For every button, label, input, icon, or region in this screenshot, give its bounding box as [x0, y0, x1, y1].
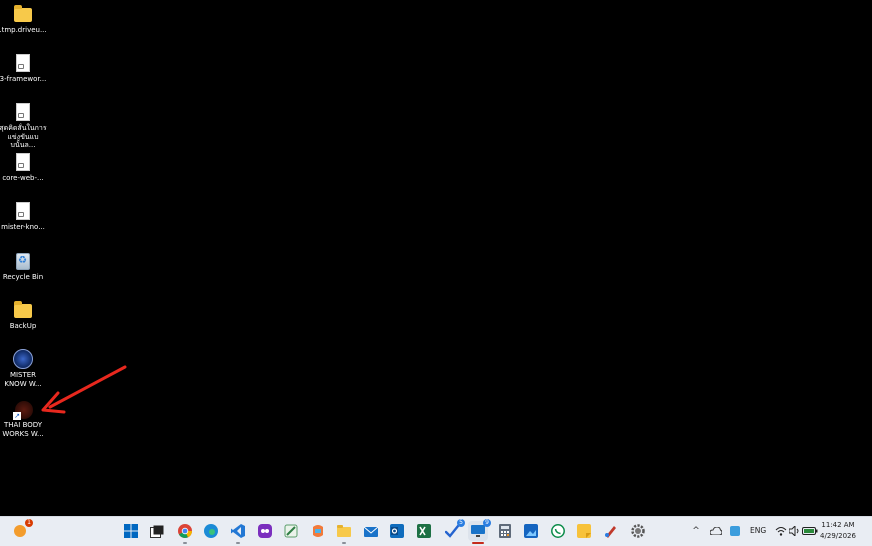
taskbar-clock[interactable]: 11:42 AM 4/29/2026	[816, 520, 860, 542]
clipchamp-icon	[258, 524, 272, 538]
taskbar-excel[interactable]	[414, 521, 434, 541]
task-view-button[interactable]	[147, 521, 167, 541]
taskbar-chrome[interactable]	[175, 521, 195, 544]
taskbar-copilot[interactable]	[308, 521, 328, 541]
tray-onedrive[interactable]	[706, 521, 726, 541]
start-button[interactable]	[121, 521, 141, 541]
taskbar-clipchamp[interactable]	[255, 521, 275, 541]
chrome-icon	[178, 524, 192, 538]
show-hidden-icons-button[interactable]: ^	[686, 521, 706, 541]
mail-icon	[364, 526, 378, 537]
taskbar: 1 5 9 ^ ENG 11:42 AM 4/29/2026	[0, 516, 872, 546]
taskbar-file-explorer[interactable]	[334, 521, 354, 544]
weather-icon	[14, 525, 26, 537]
weather-widget[interactable]: 1	[10, 519, 33, 541]
whatsapp-icon	[551, 524, 565, 538]
language-indicator[interactable]: ENG	[750, 526, 766, 535]
taskbar-photos[interactable]	[521, 521, 541, 541]
copilot-icon	[313, 525, 323, 537]
taskbar-remote-desktop[interactable]: 9	[468, 519, 491, 544]
file-explorer-icon	[337, 525, 351, 537]
outlook-badge: 5	[457, 519, 465, 527]
taskbar-paint[interactable]	[601, 521, 621, 541]
photos-icon	[524, 524, 538, 538]
taskbar-outlook-mail[interactable]	[361, 521, 381, 541]
gear-icon	[631, 524, 645, 538]
taskbar-outlook[interactable]	[387, 521, 407, 541]
onedrive-cloud-icon	[710, 527, 722, 535]
taskbar-todo[interactable]: 5	[442, 519, 465, 541]
todo-checkmark-icon	[445, 524, 459, 538]
tray-app[interactable]	[725, 521, 745, 541]
calculator-icon	[499, 524, 511, 538]
annotation-layer	[41, 365, 127, 414]
clock-time: 11:42 AM	[821, 521, 855, 529]
tray-app-icon	[730, 526, 740, 536]
taskbar-snipping-tool[interactable]	[281, 521, 301, 541]
edge-icon	[204, 524, 218, 538]
taskbar-vscode[interactable]	[228, 521, 248, 544]
taskbar-edge[interactable]	[201, 521, 221, 541]
taskbar-sticky-notes[interactable]	[574, 521, 594, 541]
task-view-icon	[150, 525, 164, 538]
sticky-notes-icon	[577, 524, 591, 538]
desktop: .tmp.driveu... 3-framewor... สุดคิดสั่นใ…	[0, 0, 872, 516]
chevron-up-icon: ^	[692, 526, 700, 536]
paint-icon	[605, 526, 616, 538]
taskbar-whatsapp[interactable]	[548, 521, 568, 541]
outlook-icon	[390, 524, 404, 538]
clock-date: 4/29/2026	[820, 532, 856, 540]
teams-badge: 9	[483, 519, 491, 527]
excel-icon	[417, 524, 431, 538]
taskbar-calculator[interactable]	[495, 521, 515, 541]
vscode-icon	[231, 524, 245, 538]
taskbar-settings[interactable]	[628, 521, 648, 541]
weather-badge: 1	[25, 519, 33, 527]
windows-logo-icon	[124, 524, 138, 538]
remote-desktop-icon	[471, 525, 485, 537]
snipping-tool-icon	[284, 524, 298, 538]
red-arrow-annotation	[41, 365, 127, 414]
